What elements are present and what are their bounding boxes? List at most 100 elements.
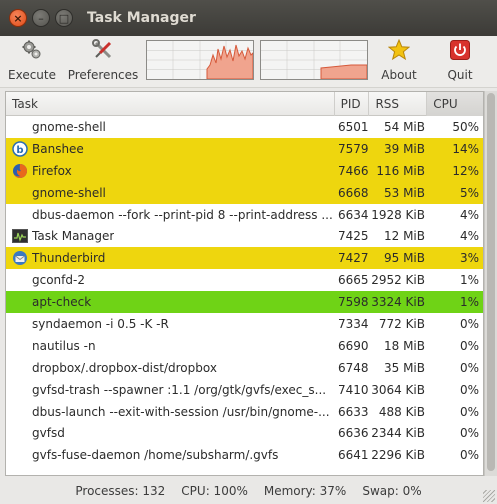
task-cell: dbus-daemon --fork --print-pid 8 --print… [6,204,336,226]
table-row[interactable]: b Banshee 7579 39 MiB 14% [6,137,483,160]
table-row[interactable]: apt-check 7598 3324 KiB 1% [6,291,483,314]
cpu-cell: 1% [459,295,479,310]
table-row[interactable]: gnome-shell 6501 54 MiB 50% [6,116,483,138]
toolbar: Execute Preferences About Quit [0,36,497,88]
task-name: Banshee [32,141,84,156]
pid-cell: 6690 [338,338,369,353]
process-table: Task PID RSS CPU gnome-shell 6501 54 MiB 50… [5,91,484,476]
table-row[interactable]: dropbox/.dropbox-dist/dropbox 6748 35 MiB 0… [6,357,483,379]
table-row[interactable]: gnome-shell 6668 53 MiB 5% [6,181,483,204]
cpu-cell: 1% [459,273,479,288]
task-cell: gvfsd-trash --spawner :1.1 /org/gtk/gvfs… [6,379,336,401]
rss-cell: 2344 KiB [371,426,425,441]
pid-cell: 7427 [338,251,369,266]
status-bar: Processes: 132 CPU: 100% Memory: 37% Swa… [0,478,497,504]
table-row[interactable]: gconfd-2 6665 2952 KiB 1% [6,269,483,291]
task-name: gnome-shell [32,185,106,200]
task-cell: gvfsd [6,422,336,444]
task-cell: Firefox [6,160,336,182]
table-row[interactable]: gvfsd-trash --spawner :1.1 /org/gtk/gvfs… [6,379,483,401]
process-list: gnome-shell 6501 54 MiB 50% b Banshee 7579 39 M… [6,116,483,466]
maximize-window-button[interactable]: □ [55,9,73,27]
rss-cell: 3064 KiB [371,382,425,397]
window-title: Task Manager [87,10,196,26]
pid-cell: 6633 [338,404,369,419]
cpu-cell: 5% [459,185,479,200]
minimize-window-button[interactable]: – [32,9,50,27]
task-name: dropbox/.dropbox-dist/dropbox [32,360,217,375]
memory-usage: Memory: 37% [263,484,347,498]
cpu-usage: CPU: 100% [181,484,248,498]
close-icon: × [13,11,23,25]
rss-cell: 2952 KiB [371,273,425,288]
rss-cell: 116 MiB [376,163,425,178]
cpu-cell: 50% [452,119,479,134]
task-cell: syndaemon -i 0.5 -K -R [6,313,336,335]
column-header-rss[interactable]: RSS [369,92,428,116]
resize-grip[interactable] [483,490,495,502]
rss-cell: 488 KiB [378,404,425,419]
table-row[interactable]: Thunderbird 7427 95 MiB 3% [6,247,483,270]
cpu-cell: 0% [459,382,479,397]
table-row[interactable]: gvfsd 6636 2344 KiB 0% [6,422,483,444]
task-cell: b Banshee [6,138,336,160]
title-bar: × – □ Task Manager [0,0,497,36]
rss-cell: 35 MiB [383,360,425,375]
task-name: nautilus -n [32,338,96,353]
pid-cell: 6636 [338,426,369,441]
task-manager-icon [12,228,28,244]
execute-button[interactable]: Execute [6,38,58,82]
cpu-cell: 0% [459,360,479,375]
preferences-button[interactable]: Preferences [66,38,140,82]
table-row[interactable]: dbus-daemon --fork --print-pid 8 --print… [6,204,483,226]
memory-usage-graph [260,40,368,80]
pid-cell: 7579 [338,141,369,156]
task-name: gvfsd [32,426,65,441]
rss-cell: 95 MiB [383,251,425,266]
table-header: Task PID RSS CPU [6,92,483,116]
table-row[interactable]: Task Manager 7425 12 MiB 4% [6,225,483,247]
task-name: gvfs-fuse-daemon /home/subsharm/.gvfs [32,448,279,463]
table-row[interactable]: nautilus -n 6690 18 MiB 0% [6,335,483,357]
task-name: dbus-daemon --fork --print-pid 8 --print… [32,207,333,222]
task-cell: nautilus -n [6,335,336,357]
table-row[interactable]: dbus-launch --exit-with-session /usr/bin… [6,401,483,423]
scrollbar-thumb[interactable] [487,93,495,471]
thunderbird-icon [12,250,28,266]
execute-label: Execute [8,68,56,82]
task-cell: gvfs-fuse-daemon /home/subsharm/.gvfs [6,444,336,466]
column-header-task[interactable]: Task [6,92,335,116]
column-header-cpu[interactable]: CPU [427,92,483,116]
table-row[interactable]: gvfs-fuse-daemon /home/subsharm/.gvfs 664… [6,444,483,466]
firefox-icon [12,163,28,179]
rss-cell: 18 MiB [383,338,425,353]
table-row[interactable]: Firefox 7466 116 MiB 12% [6,159,483,182]
cpu-cell: 0% [459,316,479,331]
column-header-pid[interactable]: PID [335,92,370,116]
pid-cell: 6748 [338,360,369,375]
close-window-button[interactable]: × [9,9,27,27]
pid-cell: 7466 [338,163,369,178]
quit-button[interactable]: Quit [438,38,482,82]
rss-cell: 39 MiB [383,141,425,156]
vertical-scrollbar[interactable] [484,91,497,476]
cpu-cell: 0% [459,426,479,441]
task-cell: gnome-shell [6,182,336,204]
task-name: syndaemon -i 0.5 -K -R [32,316,169,331]
about-button[interactable]: About [374,38,424,82]
task-name: Thunderbird [32,251,106,266]
table-row[interactable]: syndaemon -i 0.5 -K -R 7334 772 KiB 0% [6,313,483,335]
swap-usage: Swap: 0% [362,484,422,498]
cpu-cell: 0% [459,448,479,463]
quit-label: Quit [447,68,473,82]
rss-cell: 1928 KiB [371,207,425,222]
cpu-cell: 0% [459,404,479,419]
rss-cell: 3324 KiB [371,295,425,310]
memory-graph-plot [261,41,367,79]
power-icon [448,38,472,62]
cpu-cell: 4% [459,207,479,222]
task-cell: gconfd-2 [6,269,336,291]
gears-icon [20,38,44,62]
rss-cell: 54 MiB [383,119,425,134]
pid-cell: 6665 [338,273,369,288]
